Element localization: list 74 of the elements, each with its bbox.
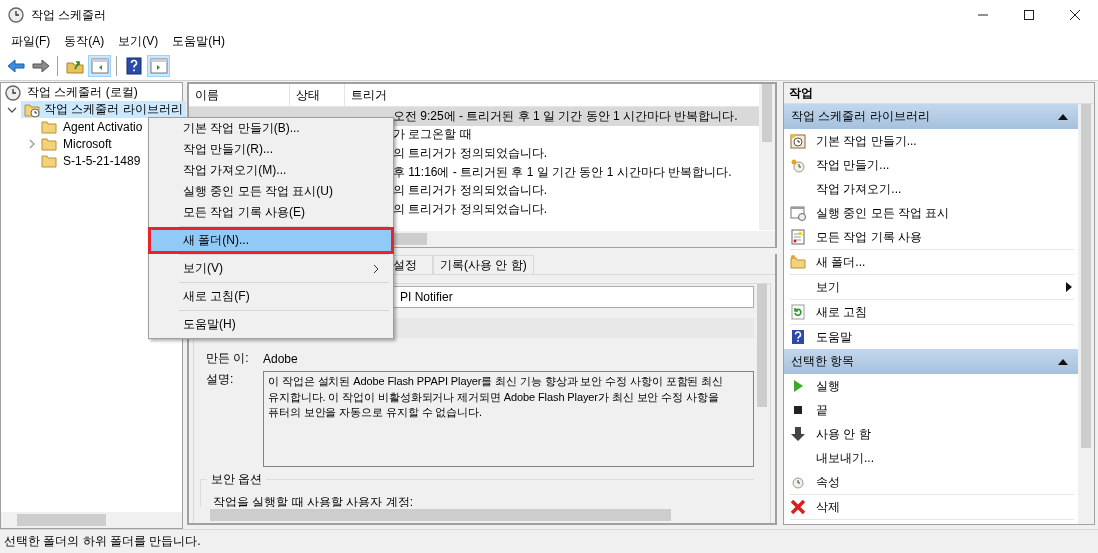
tree-item[interactable]: Microsoft [61, 136, 114, 151]
column-header[interactable]: 이름 [189, 84, 290, 106]
menu-item[interactable]: 모든 작업 기록 사용(E) [151, 202, 391, 223]
column-header[interactable]: 트리거 [345, 84, 759, 106]
action-link[interactable]: 끝 [816, 401, 828, 419]
pane-toggle-button[interactable] [88, 55, 111, 77]
folder-icon [41, 118, 57, 135]
down-arrow-icon [790, 426, 806, 442]
description-line: 이 작업은 설치된 Adobe Flash PPAPI Player를 최신 기능 향상과 보안 수정 사항이 포함된 최신 [268, 374, 725, 389]
section-header[interactable]: 작업 스케줄러 라이브러리 [784, 104, 1078, 129]
menu-item[interactable]: 도움말(H) [151, 314, 391, 335]
menu-item[interactable]: 새 폴더(N)... [151, 230, 391, 251]
menu-item[interactable]: 작업 만들기(R)... [151, 139, 391, 160]
tree-item[interactable]: 작업 스케줄러 (로컬) [25, 84, 140, 101]
field-label: 설명: [206, 371, 235, 388]
action-link[interactable]: 속성 [816, 473, 840, 491]
horizontal-scrollbar[interactable] [1, 512, 182, 528]
field-label: 만든 이: [206, 350, 250, 367]
clock-icon [8, 7, 24, 23]
action-link[interactable]: 작업 가져오기... [816, 180, 902, 198]
tab[interactable]: 기록(사용 안 함) [433, 255, 534, 274]
action-link[interactable]: 실행 [816, 377, 840, 395]
menu-item[interactable]: 실행 중인 모든 작업 표시(U) [151, 181, 391, 202]
submenu-arrow-icon [1066, 282, 1072, 292]
tree-item[interactable]: 작업 스케줄러 라이브러리 [21, 101, 186, 118]
action-link[interactable]: 새 폴더... [816, 253, 866, 271]
delete-icon [790, 499, 806, 515]
clock-icon [5, 84, 21, 101]
description-line: 유지합니다. 이 작업이 비활성화되거나 제거되면 Adobe Flash Player가 최신 보안 수정 사항을 [268, 389, 720, 405]
refresh-icon [790, 304, 806, 320]
window-clock-icon [790, 205, 806, 221]
menu-item[interactable]: 파일(F) [4, 31, 58, 51]
action-link[interactable]: 도움말 [816, 328, 852, 346]
action-link[interactable]: 실행 중인 모든 작업 표시 [816, 204, 950, 222]
column-header[interactable]: 상태 [290, 84, 345, 106]
action-link[interactable]: 모든 작업 기록 사용 [816, 228, 922, 246]
collapse-triangle-icon[interactable] [1058, 113, 1068, 120]
menu-item[interactable]: 작업 가져오기(M)... [151, 160, 391, 181]
window-title: 작업 스케줄러 [31, 6, 107, 24]
description-box[interactable]: 이 작업은 설치된 Adobe Flash PPAPI Player를 최신 기능 향상과 보안 수정 사항이 포함된 최신 유지합니다. 이 작업이 비활성화되거나 제거되면 Adobe Flash Player가 최신 보안 수정 사항을 퓨터의 보안을 자동으로 유지할 수 없습니다. [263, 371, 754, 467]
calendar-clock-icon [790, 133, 806, 149]
maximize-icon [1023, 9, 1035, 21]
collapse-triangle-icon[interactable] [1058, 358, 1068, 365]
folder-icon [790, 254, 806, 270]
close-icon [1069, 9, 1081, 21]
menu-item[interactable]: 동작(A) [57, 31, 112, 51]
vertical-scrollbar[interactable] [1078, 104, 1094, 524]
menu-item[interactable]: 새로 고침(F) [151, 286, 391, 307]
clock-icon [790, 157, 806, 173]
action-link[interactable]: 사용 안 함 [816, 425, 871, 443]
folder-icon [41, 135, 57, 152]
notebook-icon [790, 229, 806, 245]
vertical-scrollbar[interactable] [759, 84, 775, 230]
description-line: 퓨터의 보안을 자동으로 유지할 수 없습니다. [268, 405, 483, 420]
menu-item[interactable]: 보기(V) [111, 31, 166, 51]
pane-title: 작업 [784, 83, 1094, 104]
action-link[interactable]: 내보내기... [816, 449, 874, 467]
folder-clock-icon [24, 101, 40, 118]
action-link[interactable]: 새로 고침 [816, 303, 868, 321]
tree-item[interactable]: S-1-5-21-1489 [61, 153, 143, 168]
help-icon [790, 329, 806, 345]
section-header[interactable]: 선택한 항목 [784, 349, 1078, 374]
action-link[interactable]: 작업 만들기... [816, 156, 890, 174]
action-link[interactable]: 기본 작업 만들기... [816, 132, 917, 150]
folder-icon [41, 152, 57, 169]
clock-icon [790, 474, 806, 490]
action-link[interactable]: 보기 [816, 278, 840, 296]
group-title: 보안 옵션 [207, 471, 267, 488]
menu-item[interactable]: 도움말(H) [165, 31, 232, 51]
author-value: Adobe [263, 351, 298, 366]
tree-item[interactable]: Agent Activatio [61, 119, 145, 134]
status-text: 선택한 폴더의 하위 폴더를 만듭니다. [3, 533, 202, 550]
pane-toggle-button[interactable] [147, 55, 170, 77]
action-link[interactable]: 삭제 [816, 498, 840, 516]
